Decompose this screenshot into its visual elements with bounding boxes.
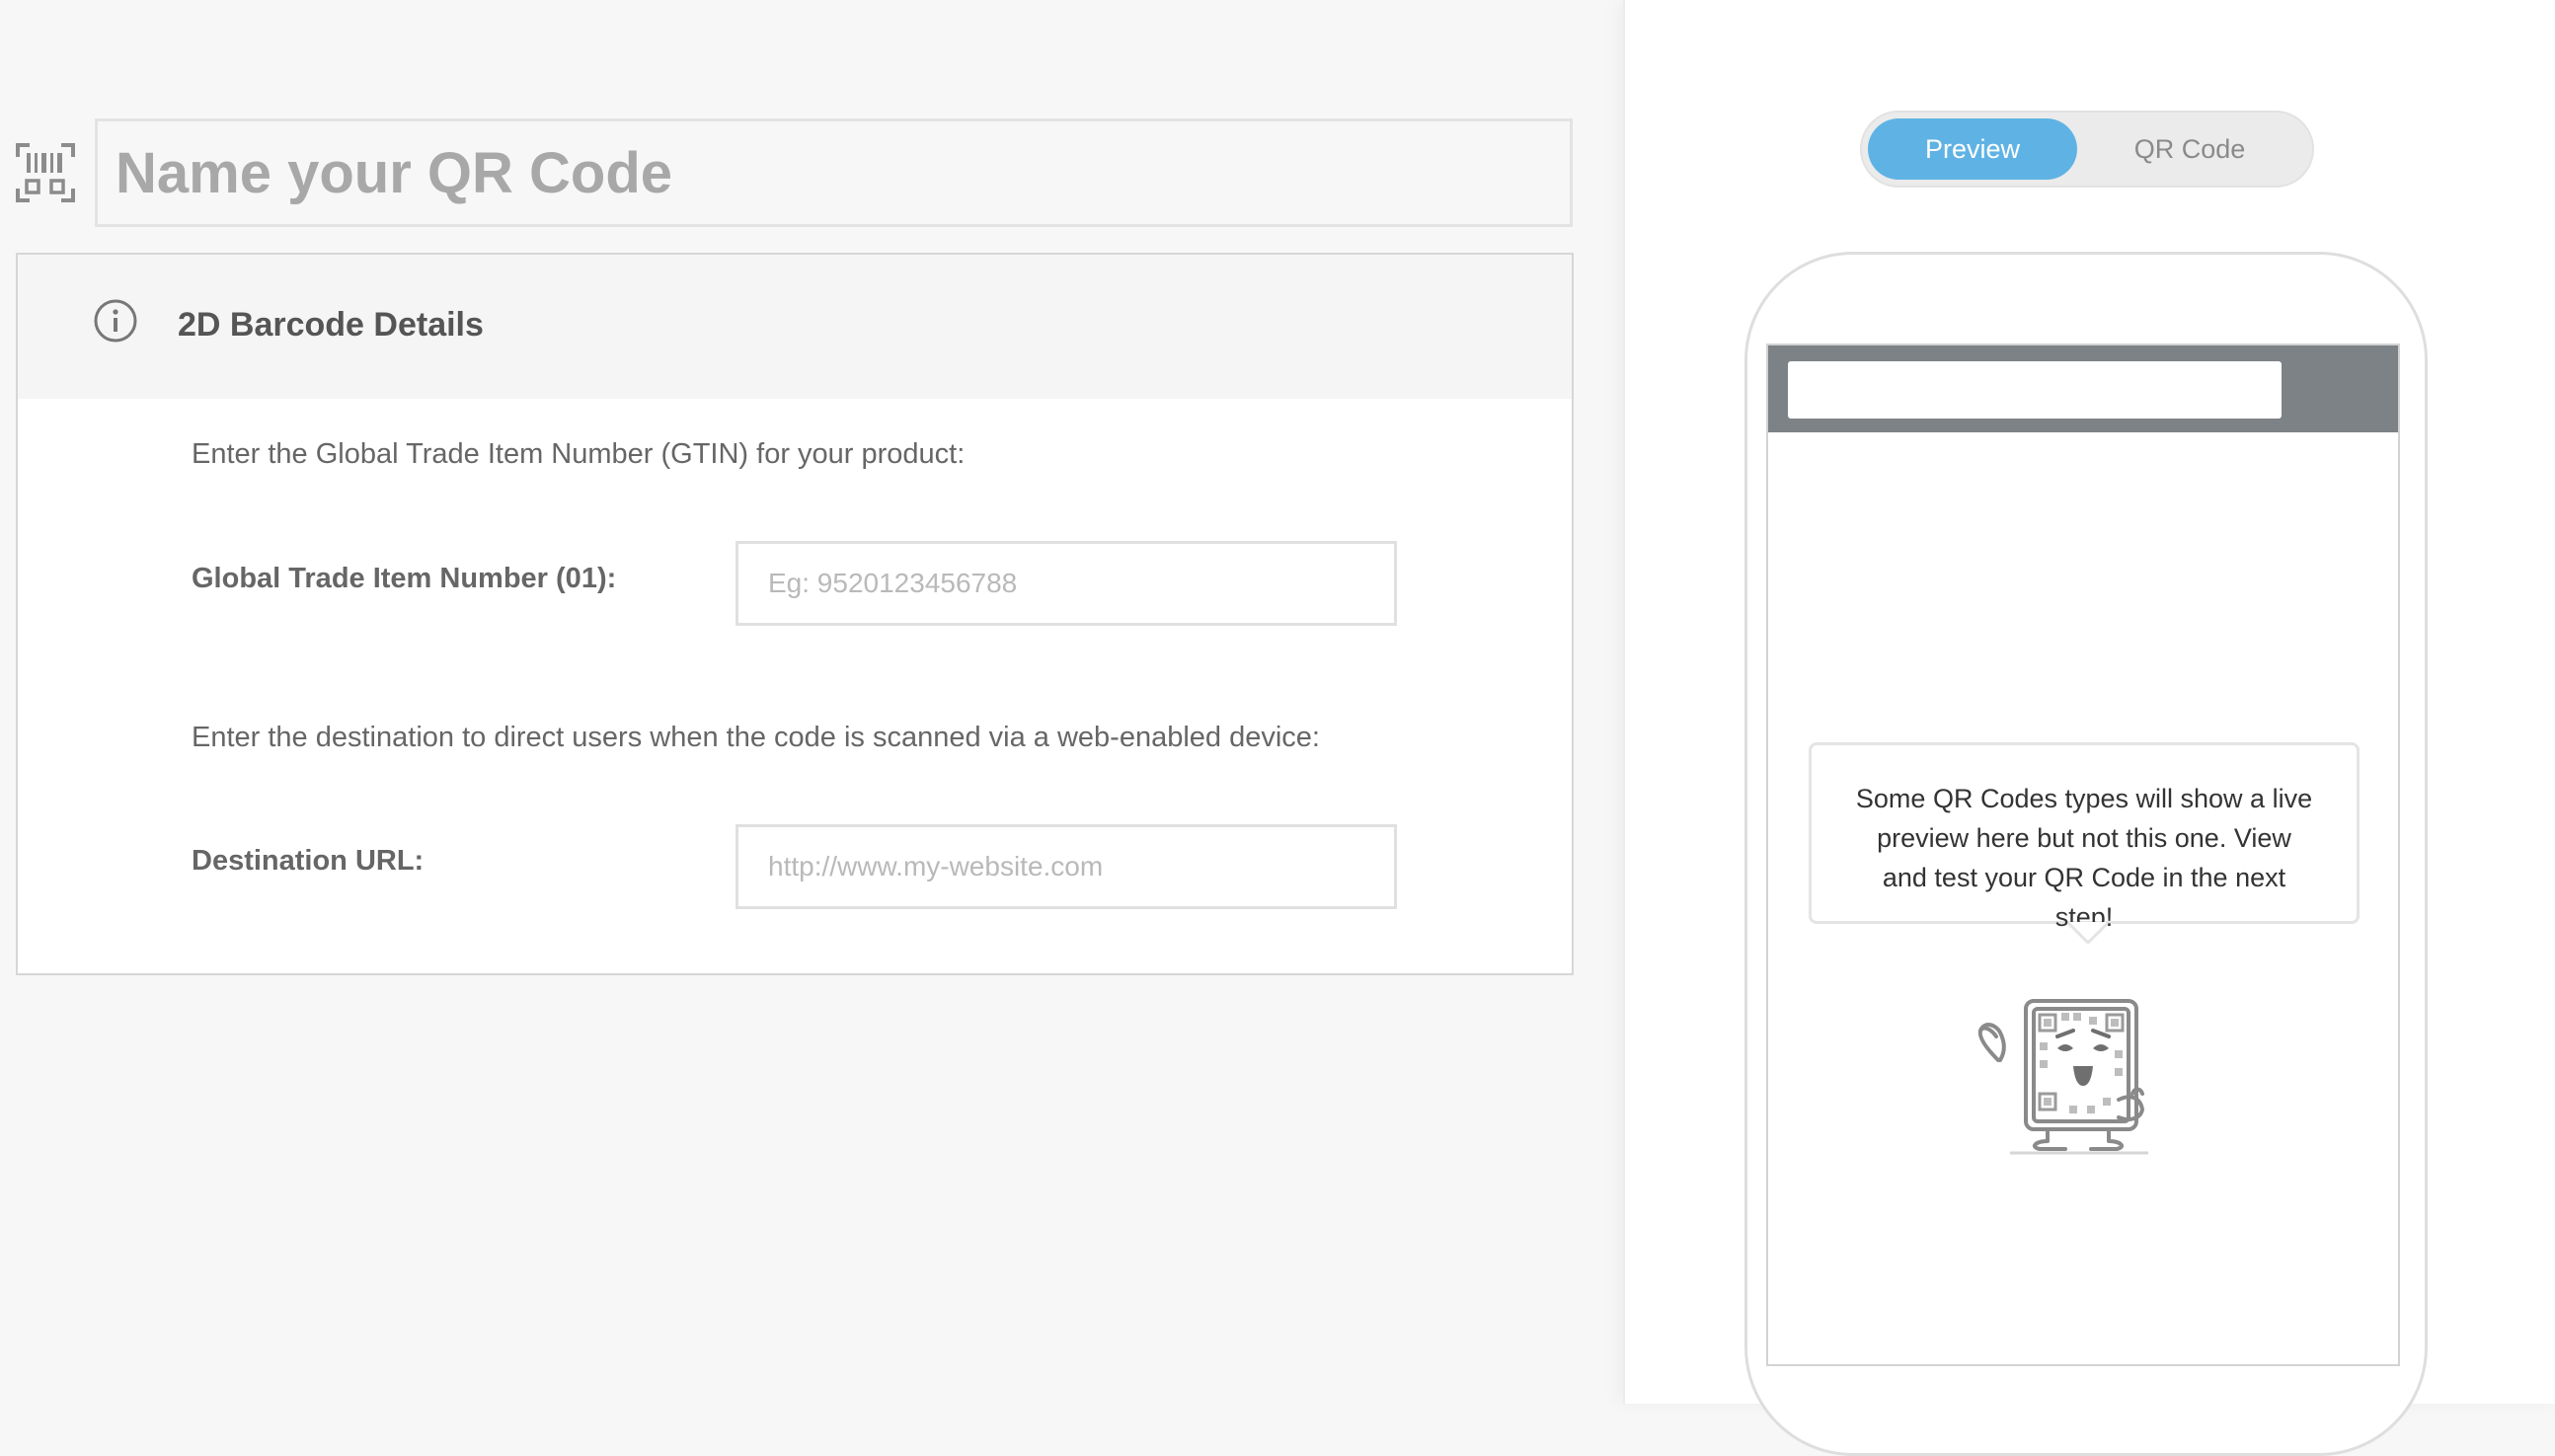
details-header[interactable]: 2D Barcode Details — [18, 255, 1572, 399]
editor-area: 2D Barcode Details Enter the Global Trad… — [0, 0, 1623, 1404]
phone-browser-bar — [1768, 345, 2398, 432]
gtin-input[interactable] — [736, 541, 1397, 626]
bubble-tail — [2068, 922, 2108, 944]
destination-prompt: Enter the destination to direct users wh… — [192, 722, 1320, 753]
info-icon — [94, 299, 137, 343]
gtin-label: Global Trade Item Number (01): — [192, 563, 617, 594]
preview-panel: Preview QR Code — [1623, 0, 2555, 1456]
destination-url-input[interactable] — [736, 824, 1397, 909]
barcode-details-panel: 2D Barcode Details Enter the Global Trad… — [16, 253, 1574, 975]
barcode-icon — [16, 143, 75, 202]
tab-preview[interactable]: Preview — [1868, 118, 2077, 180]
preview-toggle: Preview QR Code — [1860, 111, 2314, 188]
gtin-prompt: Enter the Global Trade Item Number (GTIN… — [192, 438, 966, 470]
preview-message-bubble: Some QR Codes types will show a live pre… — [1809, 742, 2360, 932]
qr-mascot-illustration — [1977, 999, 2148, 1155]
tab-qr-code[interactable]: QR Code — [2085, 118, 2294, 180]
qr-name-input[interactable] — [95, 118, 1573, 227]
details-title: 2D Barcode Details — [178, 306, 484, 344]
destination-label: Destination URL: — [192, 845, 425, 877]
phone-url-field — [1788, 361, 2282, 419]
